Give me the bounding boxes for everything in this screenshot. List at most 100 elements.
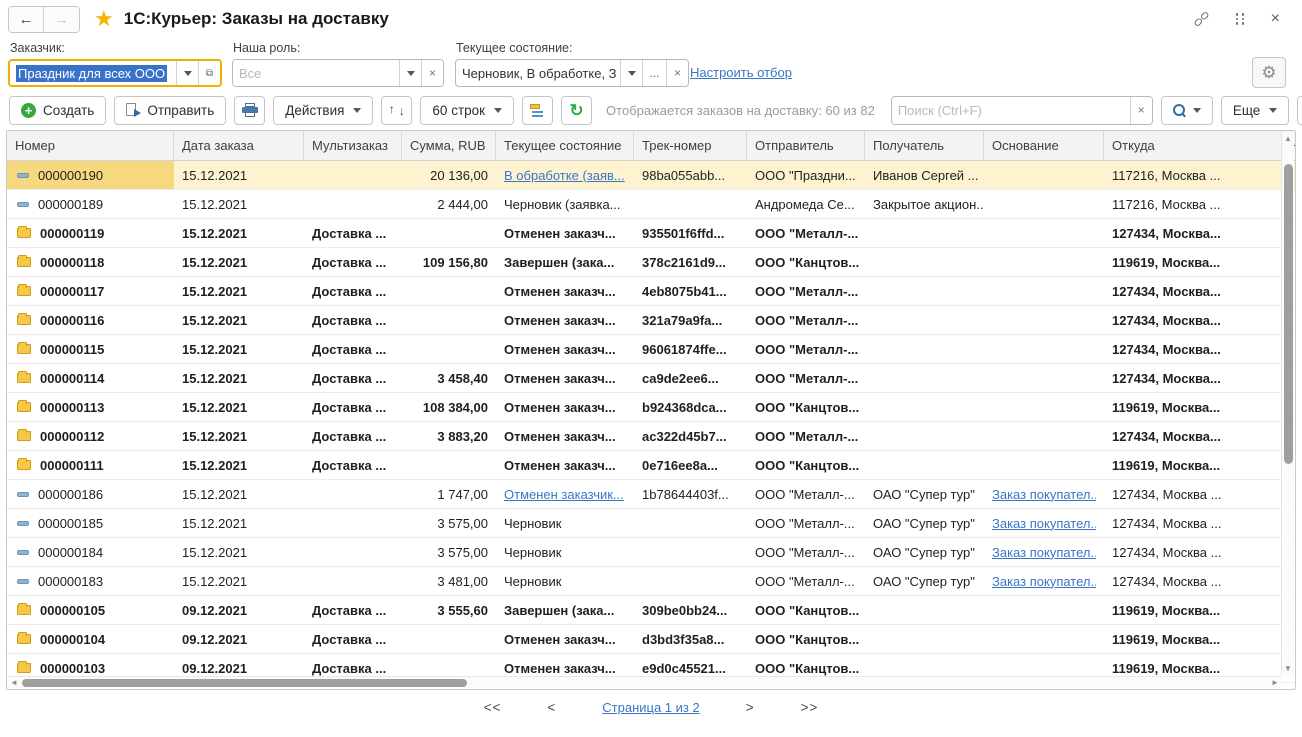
basis-link[interactable]: Заказ покупател...: [992, 545, 1096, 560]
search-button[interactable]: [1161, 96, 1213, 125]
favorite-star-icon[interactable]: ★: [94, 8, 114, 30]
refresh-button[interactable]: ↻: [561, 96, 592, 125]
cell-sum: 3 575,00: [402, 538, 496, 566]
search-input[interactable]: [892, 97, 1130, 124]
print-button[interactable]: [234, 96, 265, 125]
column-header-date[interactable]: Дата заказа: [174, 131, 304, 160]
search-clear-icon[interactable]: ×: [1130, 97, 1152, 124]
cell-from: 119619, Москва...: [1104, 393, 1282, 421]
cell-multi: Доставка ...: [304, 393, 402, 421]
scroll-right-icon[interactable]: ►: [1269, 677, 1281, 688]
cell-date: 15.12.2021: [174, 509, 304, 537]
cell-basis: [984, 161, 1104, 189]
table-row[interactable]: 00000011815.12.2021Доставка ...109 156,8…: [7, 248, 1295, 277]
more-menu-icon[interactable]: [1236, 13, 1245, 25]
close-icon[interactable]: ×: [1271, 10, 1280, 28]
table-row[interactable]: 00000010509.12.2021Доставка ...3 555,60З…: [7, 596, 1295, 625]
table-row[interactable]: 00000010409.12.2021Доставка ...Отменен з…: [7, 625, 1295, 654]
state-link[interactable]: Отменен заказчик...: [504, 487, 624, 502]
state-choose-button[interactable]: ...: [642, 60, 666, 86]
table-row[interactable]: 00000019015.12.202120 136,00В обработке …: [7, 161, 1295, 190]
scroll-down-icon[interactable]: ▼: [1282, 662, 1294, 675]
table-row[interactable]: 00000018415.12.20213 575,00ЧерновикООО "…: [7, 538, 1295, 567]
table-row[interactable]: 00000011415.12.2021Доставка ...3 458,40О…: [7, 364, 1295, 393]
last-page-button[interactable]: >>: [801, 700, 819, 715]
cell-state: Черновик: [496, 567, 634, 595]
cell-multi: Доставка ...: [304, 248, 402, 276]
cell-recipient: [865, 422, 984, 450]
customer-input[interactable]: Праздник для всех ООО: [10, 61, 176, 85]
cell-from: 127434, Москва...: [1104, 422, 1282, 450]
send-button[interactable]: Отправить: [114, 96, 226, 125]
role-dropdown-icon[interactable]: [399, 60, 421, 86]
table-row[interactable]: 00000018915.12.20212 444,00Черновик (зая…: [7, 190, 1295, 219]
column-header-number[interactable]: Номер: [7, 131, 174, 160]
prev-page-button[interactable]: <: [547, 700, 556, 715]
table-row[interactable]: 00000011615.12.2021Доставка ...Отменен з…: [7, 306, 1295, 335]
state-clear-icon[interactable]: ×: [666, 60, 688, 86]
column-header-track[interactable]: Трек-номер: [634, 131, 747, 160]
scroll-left-icon[interactable]: ◄: [8, 677, 20, 688]
cell-multi: Доставка ...: [304, 422, 402, 450]
folder-icon: [17, 634, 31, 644]
state-link[interactable]: В обработке (заяв...: [504, 168, 625, 183]
cell-track: 1b78644403f...: [634, 480, 747, 508]
role-clear-icon[interactable]: ×: [421, 60, 443, 86]
cell-sender: ООО "Металл-...: [747, 306, 865, 334]
next-page-button[interactable]: >: [746, 700, 755, 715]
list-settings-button[interactable]: [522, 96, 553, 125]
scroll-up-icon[interactable]: ▲: [1282, 132, 1294, 145]
folder-icon: [17, 344, 31, 354]
cell-multi: [304, 190, 402, 218]
vertical-scrollbar-thumb[interactable]: [1284, 164, 1293, 464]
help-button[interactable]: ?: [1297, 96, 1302, 125]
cell-multi: Доставка ...: [304, 596, 402, 624]
table-row[interactable]: 00000011315.12.2021Доставка ...108 384,0…: [7, 393, 1295, 422]
column-header-recipient[interactable]: Получатель: [865, 131, 984, 160]
cell-basis: [984, 451, 1104, 479]
gear-icon: ⚙: [1261, 63, 1276, 83]
table-row[interactable]: 00000018315.12.20213 481,00ЧерновикООО "…: [7, 567, 1295, 596]
basis-link[interactable]: Заказ покупател...: [992, 487, 1096, 502]
customer-dropdown-icon[interactable]: [176, 61, 198, 85]
state-dropdown-icon[interactable]: [620, 60, 642, 86]
customer-open-icon[interactable]: ⧉: [198, 61, 220, 85]
first-page-button[interactable]: <<: [484, 700, 502, 715]
actions-button[interactable]: Действия: [273, 96, 373, 125]
basis-link[interactable]: Заказ покупател...: [992, 574, 1096, 589]
column-header-state[interactable]: Текущее состояние: [496, 131, 634, 160]
cell-basis: [984, 625, 1104, 653]
column-header-from[interactable]: Откуда: [1104, 131, 1282, 160]
table-row[interactable]: 00000018515.12.20213 575,00ЧерновикООО "…: [7, 509, 1295, 538]
reorder-button[interactable]: [381, 96, 412, 125]
column-header-multi[interactable]: Мультизаказ: [304, 131, 402, 160]
state-input[interactable]: Черновик, В обработке, З: [456, 60, 620, 86]
table-row[interactable]: 00000018615.12.20211 747,00Отменен заказ…: [7, 480, 1295, 509]
basis-link[interactable]: Заказ покупател...: [992, 516, 1096, 531]
configure-filter-link[interactable]: Настроить отбор: [690, 65, 792, 80]
forward-button[interactable]: →: [44, 7, 79, 32]
role-input[interactable]: [233, 60, 399, 86]
copy-link-icon[interactable]: [1193, 16, 1210, 22]
page-indicator-link[interactable]: Страница 1 из 2: [602, 700, 699, 715]
horizontal-scrollbar[interactable]: ◄ ►: [8, 676, 1281, 688]
table-row[interactable]: 00000011515.12.2021Доставка ...Отменен з…: [7, 335, 1295, 364]
settings-gear-button[interactable]: ⚙: [1252, 57, 1286, 88]
horizontal-scrollbar-thumb[interactable]: [22, 679, 467, 687]
rows-count-button[interactable]: 60 строк: [420, 96, 514, 125]
cell-track: ca9de2ee6...: [634, 364, 747, 392]
table-row[interactable]: 00000011715.12.2021Доставка ...Отменен з…: [7, 277, 1295, 306]
table-row[interactable]: 00000011915.12.2021Доставка ...Отменен з…: [7, 219, 1295, 248]
create-button[interactable]: +Создать: [9, 96, 106, 125]
vertical-scrollbar[interactable]: ▲ ▼: [1281, 132, 1294, 675]
cell-from: 127434, Москва...: [1104, 364, 1282, 392]
more-button[interactable]: Еще: [1221, 96, 1289, 125]
table-row[interactable]: 00000011215.12.2021Доставка ...3 883,20О…: [7, 422, 1295, 451]
column-header-sender[interactable]: Отправитель: [747, 131, 865, 160]
column-header-basis[interactable]: Основание: [984, 131, 1104, 160]
filter-bar: Заказчик: Праздник для всех ООО ⧉ Наша р…: [0, 38, 1302, 92]
table-row[interactable]: 00000011115.12.2021Доставка ...Отменен з…: [7, 451, 1295, 480]
back-button[interactable]: ←: [9, 7, 44, 32]
column-header-sum[interactable]: Сумма, RUB: [402, 131, 496, 160]
cell-basis: [984, 393, 1104, 421]
